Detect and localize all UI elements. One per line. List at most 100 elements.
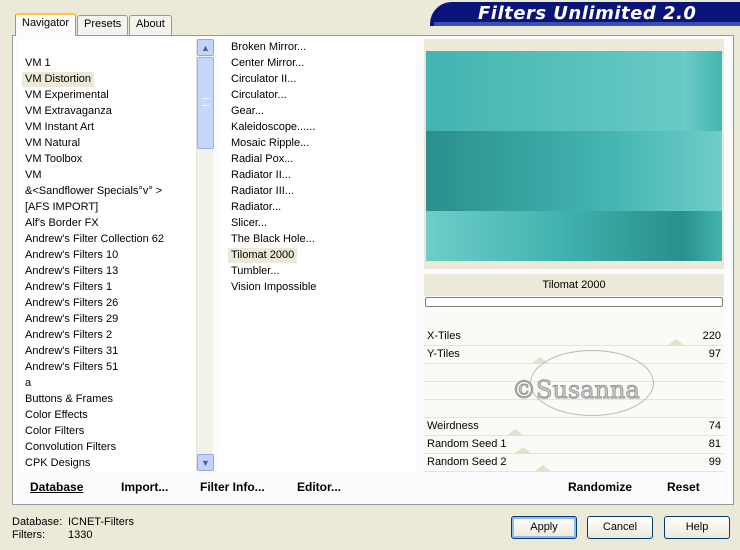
scroll-up-button[interactable]: ▲ — [197, 39, 214, 56]
preview-tile — [426, 51, 722, 131]
filter-item[interactable]: Tumbler... — [228, 264, 283, 279]
chevron-up-icon: ▲ — [201, 42, 210, 53]
preview-tile — [426, 131, 722, 211]
category-item[interactable]: VM 1 — [22, 56, 54, 71]
filter-item[interactable]: Radiator III... — [228, 184, 297, 199]
filter-item[interactable]: Circulator II... — [228, 72, 299, 87]
grip-icon — [202, 98, 210, 106]
category-item[interactable]: VM Toolbox — [22, 152, 85, 167]
slider-value: 74 — [708, 420, 721, 432]
slider-row[interactable]: X-Tiles 220 — [424, 328, 724, 346]
slider-row[interactable]: Random Seed 2 99 — [424, 454, 724, 472]
category-item[interactable]: Andrew's Filters 10 — [22, 248, 121, 263]
category-item[interactable]: Andrew's Filters 51 — [22, 360, 121, 375]
category-item[interactable]: Andrew's Filters 26 — [22, 296, 121, 311]
filter-item[interactable]: Radial Pox... — [228, 152, 296, 167]
category-item[interactable]: Color Filters — [22, 424, 87, 439]
slider-label: Y-Tiles — [427, 348, 460, 360]
slider-thumb[interactable] — [667, 339, 685, 346]
tab-presets[interactable]: Presets — [77, 15, 129, 35]
filters-count-label: Filters: — [12, 529, 45, 541]
watermark-text: ©Susanna — [512, 376, 641, 405]
category-item[interactable]: Convolution Filters — [22, 440, 119, 455]
category-item[interactable]: VM Extravaganza — [22, 104, 115, 119]
slider-label: Weirdness — [427, 420, 479, 432]
category-list[interactable]: VM 1 VM Distortion VM Experimental VM Extra… — [18, 39, 196, 471]
help-button[interactable]: Help — [664, 516, 730, 539]
category-item[interactable]: Color Effects — [22, 408, 91, 423]
filter-info-button[interactable]: Filter Info... — [200, 480, 265, 494]
category-item[interactable]: &<Sandflower Specials°v° > — [22, 184, 165, 199]
title-banner: Filters Unlimited 2.0 — [430, 2, 740, 26]
category-item[interactable]: CPK Designs — [22, 456, 93, 471]
randomize-button[interactable]: Randomize — [568, 480, 632, 494]
category-item[interactable]: Buttons & Frames — [22, 392, 116, 407]
tab-about[interactable]: About — [129, 15, 172, 35]
filter-item[interactable]: The Black Hole... — [228, 232, 318, 247]
scroll-down-button[interactable]: ▼ — [197, 454, 214, 471]
category-item[interactable]: VM Natural — [22, 136, 83, 151]
category-item[interactable]: Alf's Border FX — [22, 216, 102, 231]
slider-row[interactable]: Weirdness 74 — [424, 418, 724, 436]
scrollbar-thumb[interactable] — [197, 57, 214, 149]
category-item[interactable]: VM — [22, 168, 45, 183]
category-item[interactable]: Andrew's Filters 13 — [22, 264, 121, 279]
category-item[interactable]: Andrew's Filters 29 — [22, 312, 121, 327]
category-scrollbar[interactable]: ▲ ▼ — [196, 39, 214, 471]
slider-value: 97 — [708, 348, 721, 360]
slider-thumb[interactable] — [506, 429, 524, 436]
progress-bar — [425, 297, 723, 307]
filter-item[interactable]: Tilomat 2000 — [228, 248, 298, 263]
preview-image — [426, 51, 722, 261]
filter-item[interactable]: Gear... — [228, 104, 267, 119]
filter-item[interactable]: Circulator... — [228, 88, 290, 103]
preview-tile — [682, 211, 722, 261]
tab-navigator[interactable]: Navigator — [15, 13, 77, 36]
filter-item[interactable]: Center Mirror... — [228, 56, 307, 71]
watermark: ©Susanna — [510, 350, 660, 420]
category-item[interactable]: VM Distortion — [22, 72, 95, 87]
filter-list[interactable]: Broken Mirror... Center Mirror... Circulat… — [220, 39, 416, 471]
app-title: Filters Unlimited 2.0 — [478, 3, 697, 24]
filter-item[interactable]: Vision Impossible — [228, 280, 319, 295]
category-item[interactable]: Andrew's Filter Collection 62 — [22, 232, 167, 247]
apply-button[interactable]: Apply — [511, 516, 577, 539]
slider-value: 81 — [708, 438, 721, 450]
current-filter-name: Tilomat 2000 — [424, 274, 724, 296]
category-item[interactable]: VM Instant Art — [22, 120, 97, 135]
slider-label: Random Seed 2 — [427, 456, 507, 468]
filter-item[interactable]: Broken Mirror... — [228, 40, 309, 55]
database-label: Database — [30, 480, 84, 494]
filter-item[interactable]: Radiator II... — [228, 168, 294, 183]
slider-value: 220 — [702, 330, 721, 342]
reset-button[interactable]: Reset — [667, 480, 700, 494]
preview-tile — [682, 51, 722, 131]
slider-thumb[interactable] — [514, 447, 532, 454]
database-status-label: Database: — [12, 516, 63, 528]
slider-value: 99 — [708, 456, 721, 468]
database-button[interactable]: Database — [30, 480, 83, 494]
preview-tile — [426, 211, 682, 261]
category-item[interactable]: Andrew's Filters 31 — [22, 344, 121, 359]
filters-count-value: 1330 — [68, 529, 93, 541]
slider-track[interactable] — [424, 471, 724, 472]
database-status-value: ICNET-Filters — [68, 516, 134, 528]
cancel-button[interactable]: Cancel — [587, 516, 653, 539]
slider-label: X-Tiles — [427, 330, 461, 342]
status-area: Database: ICNET-Filters Filters: 1330 — [12, 516, 134, 542]
import-button[interactable]: Import... — [121, 480, 168, 494]
category-item[interactable]: [AFS IMPORT] — [22, 200, 101, 215]
preview-area — [424, 39, 724, 269]
category-item[interactable]: Andrew's Filters 2 — [22, 328, 115, 343]
category-item[interactable]: VM Experimental — [22, 88, 112, 103]
filter-item[interactable]: Kaleidoscope...... — [228, 120, 318, 135]
slider-row[interactable]: Random Seed 1 81 — [424, 436, 724, 454]
category-item[interactable]: a — [22, 376, 34, 391]
editor-button[interactable]: Editor... — [297, 480, 341, 494]
slider-thumb[interactable] — [534, 465, 552, 472]
filter-item[interactable]: Radiator... — [228, 200, 284, 215]
category-item[interactable]: Andrew's Filters 1 — [22, 280, 115, 295]
filter-item[interactable]: Mosaic Ripple... — [228, 136, 312, 151]
chevron-down-icon: ▼ — [201, 457, 210, 468]
filter-item[interactable]: Slicer... — [228, 216, 270, 231]
